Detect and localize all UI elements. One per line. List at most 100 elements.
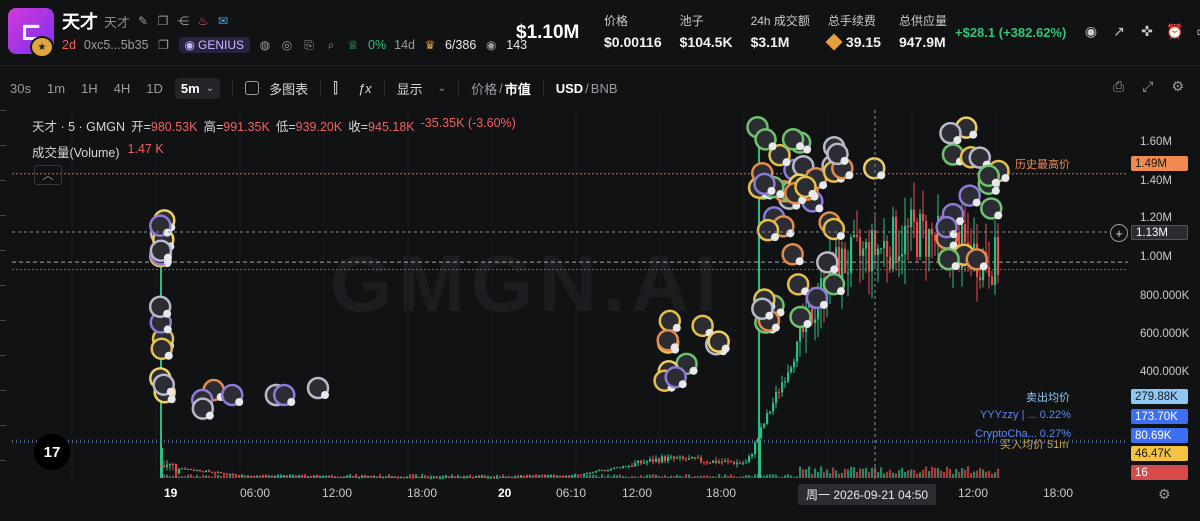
candle-body — [736, 462, 739, 465]
trade-marker-badge — [163, 228, 172, 237]
trade-marker-badge — [767, 186, 776, 195]
candle-body — [262, 475, 265, 477]
candle-body — [886, 240, 889, 257]
volume-bar — [613, 474, 616, 478]
volume-bar — [778, 476, 781, 478]
candle-body — [217, 471, 220, 473]
candle-body — [400, 477, 403, 479]
candle-body — [754, 442, 757, 455]
candle-body — [427, 477, 430, 479]
volume-bar — [412, 474, 415, 478]
candle-body — [679, 456, 682, 458]
candle-body — [250, 475, 253, 477]
candle-body — [352, 476, 355, 478]
volume-bar — [985, 471, 988, 478]
volume-legend: 成交量(Volume) 1.47 K — [32, 142, 164, 161]
volume-bar — [628, 476, 631, 478]
trade-marker-badge — [972, 198, 981, 207]
candle-body — [424, 477, 427, 479]
candle-body — [574, 474, 577, 476]
candle-body — [541, 475, 544, 477]
ohlc-legend: 天才 · 5 · GMGN 开=980.53K 高=991.35K 低=939.… — [32, 116, 516, 135]
trade-marker-badge — [836, 287, 845, 296]
volume-bar — [904, 472, 907, 478]
trade-marker-badge — [796, 142, 805, 151]
volume-bar — [580, 476, 583, 478]
volume-bar — [997, 468, 1000, 478]
trade-marker-badge — [1001, 174, 1010, 183]
candle-body — [298, 476, 301, 478]
volume-bar — [694, 476, 697, 478]
volume-bar — [724, 474, 727, 478]
volume-bar — [802, 469, 805, 478]
volume-bar — [592, 474, 595, 478]
candle-body — [505, 476, 508, 478]
volume-bar — [886, 471, 889, 478]
candle-body — [241, 475, 244, 477]
tradingview-logo[interactable]: 17 — [34, 434, 70, 470]
candle-body — [199, 469, 202, 472]
volume-bar — [931, 466, 934, 478]
candle-body — [988, 267, 991, 277]
candle-body — [409, 477, 412, 479]
candle-body — [376, 476, 379, 478]
volume-bar — [988, 470, 991, 478]
volume-bar — [715, 476, 718, 478]
x-axis-label: 06:10 — [556, 486, 587, 500]
volume-bar — [775, 474, 778, 478]
candle-body — [454, 477, 457, 479]
candle-body — [451, 477, 454, 479]
volume-bar — [598, 476, 601, 478]
volume-bar — [859, 468, 862, 478]
candle-body — [706, 462, 709, 464]
candle-body — [850, 237, 853, 274]
volume-bar — [793, 476, 796, 478]
candle-body — [286, 476, 289, 478]
candle-body — [466, 476, 469, 478]
candle-body — [349, 476, 352, 478]
candle-body — [487, 477, 490, 479]
candle-body — [304, 476, 307, 478]
trade-marker-badge — [795, 257, 804, 266]
volume-bar — [634, 476, 637, 478]
volume-bar — [937, 468, 940, 478]
candle-body — [172, 463, 175, 465]
volume-bar — [847, 469, 850, 478]
collapse-legend-button[interactable]: ︿ — [34, 165, 62, 185]
x-axis-label: 20 — [498, 486, 512, 500]
axis-settings-gear-icon[interactable]: ⚙ — [1158, 486, 1171, 503]
legend-high: 高=991.35K — [203, 116, 269, 135]
volume-bar — [226, 475, 229, 478]
volume-bar — [967, 466, 970, 478]
candle-body — [403, 477, 406, 479]
holder-yyy-annotation: YYYzzy | ... 0.22% — [980, 409, 1071, 421]
volume-bar — [877, 472, 880, 478]
candle-body — [397, 477, 400, 479]
candle-body — [364, 476, 367, 478]
candle-body — [586, 473, 589, 475]
candle-body — [337, 476, 340, 478]
volume-bar — [895, 473, 898, 478]
candle-body — [484, 476, 487, 478]
candle-body — [331, 476, 334, 478]
volume-bar — [736, 476, 739, 478]
volume-bar — [769, 474, 772, 478]
add-alert-button[interactable]: + — [1110, 224, 1128, 242]
volume-bar — [187, 474, 190, 478]
legend-close-value: 945.18K — [368, 120, 415, 134]
candle-body — [382, 477, 385, 479]
candle-body — [709, 462, 712, 464]
candle-body — [685, 458, 688, 460]
candle-body — [418, 476, 421, 478]
volume-bar — [643, 476, 646, 478]
volume-bar — [166, 474, 169, 478]
candle-body — [763, 424, 766, 428]
candle-body — [628, 465, 631, 467]
candle-body — [997, 236, 1000, 275]
volume-bar — [184, 476, 187, 478]
candle-body — [760, 427, 763, 439]
candle-body — [577, 474, 580, 476]
legend-low: 低=939.20K — [276, 116, 342, 135]
candle-body — [778, 391, 781, 393]
candle-body — [442, 477, 445, 479]
